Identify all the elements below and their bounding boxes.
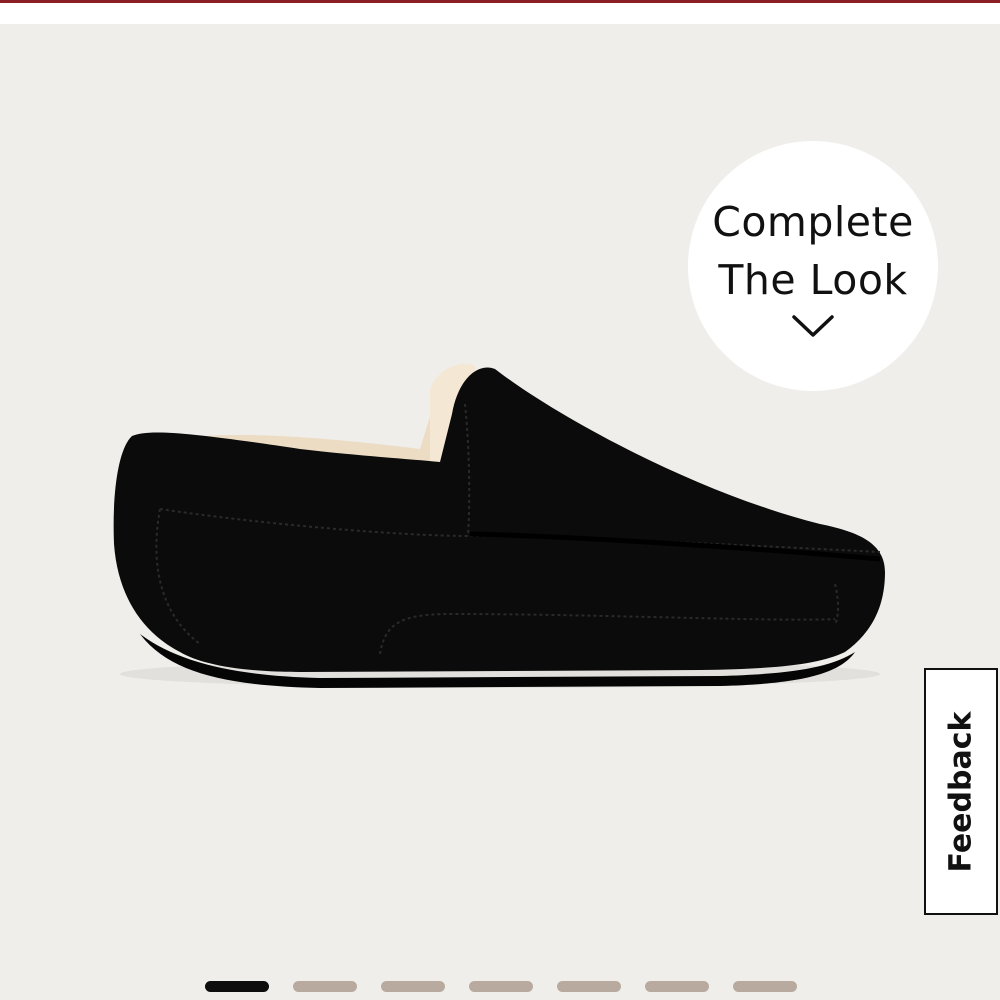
complete-the-look-button[interactable]: Complete The Look xyxy=(688,141,938,391)
product-image-gallery[interactable]: Complete The Look xyxy=(0,24,1000,1000)
gallery-dot-3[interactable] xyxy=(381,981,445,992)
feedback-button[interactable]: Feedback xyxy=(924,668,998,915)
complete-the-look-line2: The Look xyxy=(718,256,908,304)
gallery-dot-5[interactable] xyxy=(557,981,621,992)
complete-the-look-line1: Complete xyxy=(712,198,914,246)
chevron-down-icon xyxy=(792,315,834,337)
feedback-label: Feedback xyxy=(943,711,979,872)
gallery-dot-1[interactable] xyxy=(205,981,269,992)
gallery-pagination xyxy=(205,981,797,993)
gallery-dot-7[interactable] xyxy=(733,981,797,992)
gallery-dot-4[interactable] xyxy=(469,981,533,992)
gallery-dot-6[interactable] xyxy=(645,981,709,992)
gallery-dot-2[interactable] xyxy=(293,981,357,992)
header-spacer xyxy=(0,3,1000,24)
